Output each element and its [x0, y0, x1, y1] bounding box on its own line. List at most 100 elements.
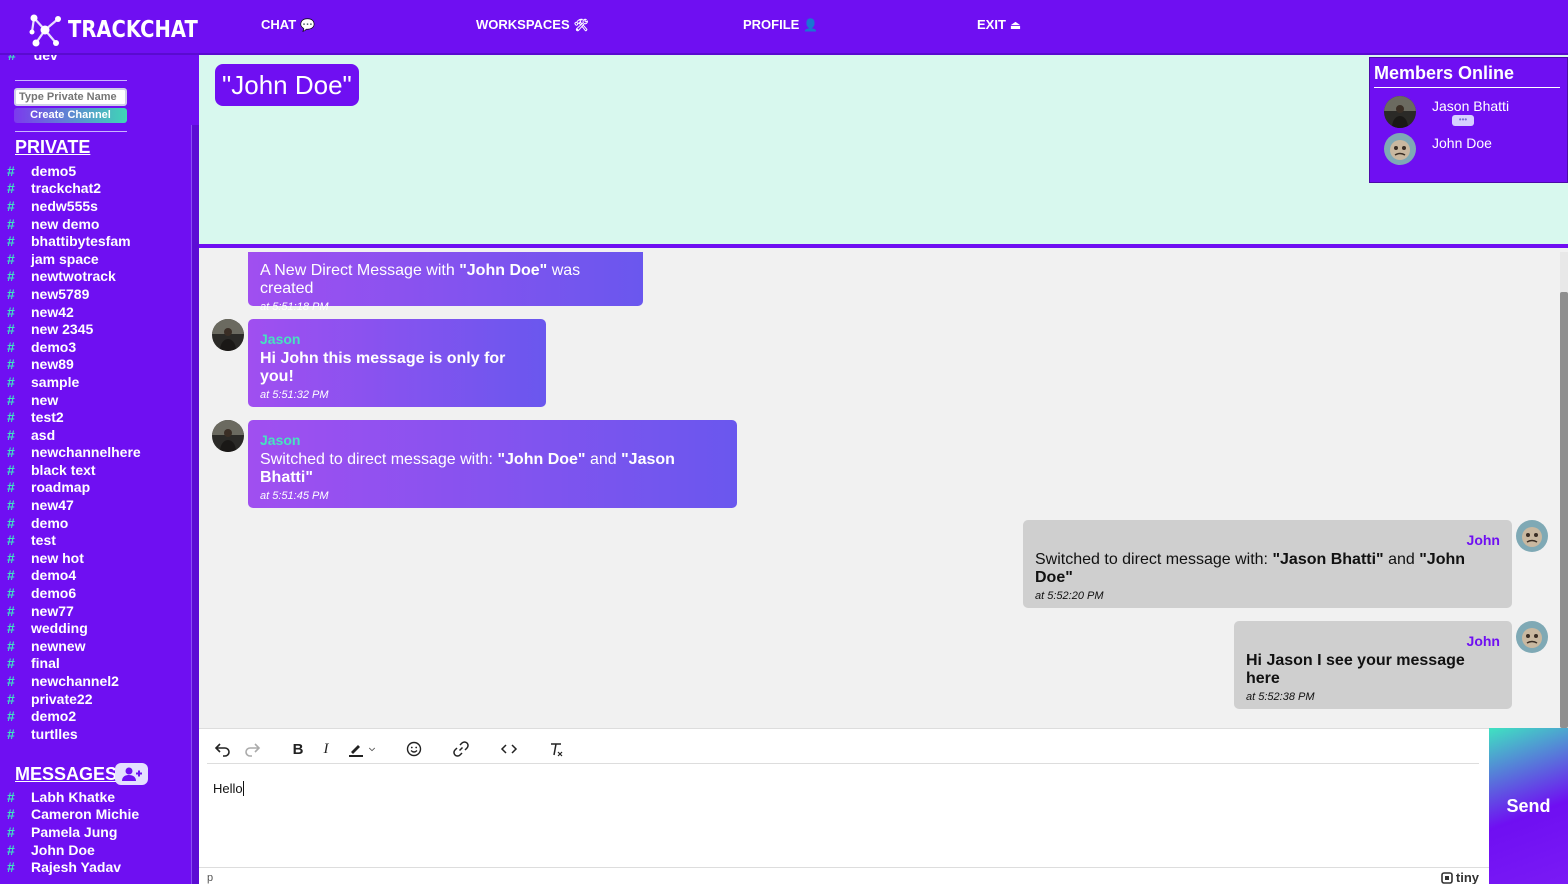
private-channel-item[interactable]: # newchannel2: [0, 672, 190, 690]
private-channel-item[interactable]: # test: [0, 531, 190, 549]
message-scrollbar-thumb[interactable]: [1560, 292, 1568, 728]
message-thread[interactable]: A New Direct Message with "John Doe" was…: [199, 252, 1568, 728]
message-scrollbar-track[interactable]: [1560, 252, 1568, 728]
hash-icon: #: [7, 197, 15, 214]
private-channel-item[interactable]: # demo2: [0, 707, 190, 725]
private-channel-item[interactable]: # demo6: [0, 584, 190, 602]
private-channel-item[interactable]: # new47: [0, 496, 190, 514]
element-path[interactable]: p: [207, 872, 213, 884]
bold-button[interactable]: B: [286, 738, 310, 760]
add-direct-message-button[interactable]: [115, 763, 148, 785]
member-name: John Doe: [1432, 135, 1492, 151]
highlighter-icon: [349, 745, 363, 757]
redo-button[interactable]: [240, 738, 264, 760]
private-channel-item[interactable]: # newchannelhere: [0, 444, 190, 462]
hash-icon: #: [7, 514, 15, 531]
message-input[interactable]: Hello: [213, 781, 244, 796]
tiny-branding[interactable]: tiny: [1441, 870, 1479, 884]
message-avatar-jason[interactable]: [212, 420, 244, 452]
private-channel-item[interactable]: # new5789: [0, 285, 190, 303]
hash-icon: #: [7, 250, 15, 267]
private-channel-label: asd: [31, 426, 56, 443]
private-channel-item[interactable]: # wedding: [0, 619, 190, 637]
message-avatar-jason[interactable]: [212, 319, 244, 351]
hash-icon: #: [7, 567, 15, 584]
private-channel-item[interactable]: # new77: [0, 602, 190, 620]
private-channel-item[interactable]: # demo: [0, 514, 190, 532]
message-text-part: "John Doe": [459, 262, 548, 279]
app-logo[interactable]: TRACKCHAT: [28, 10, 221, 50]
private-channel-item[interactable]: # black text: [0, 461, 190, 479]
private-channel-item[interactable]: # demo5: [0, 162, 190, 180]
private-channel-label: trackchat2: [31, 180, 102, 197]
bold-icon: B: [292, 740, 304, 758]
sidebar-scrollbar[interactable]: [191, 125, 199, 884]
message-avatar-john[interactable]: [1516, 621, 1548, 653]
private-channel-item[interactable]: # new89: [0, 356, 190, 374]
dm-item[interactable]: # Pamela Jung: [0, 823, 190, 841]
private-channel-item[interactable]: # new42: [0, 303, 190, 321]
emoji-button[interactable]: [402, 738, 426, 760]
clipped-channel[interactable]: # dev: [8, 55, 58, 63]
member-john-doe[interactable]: John Doe: [1384, 133, 1492, 165]
private-channel-item[interactable]: # newnew: [0, 637, 190, 655]
private-channel-item[interactable]: # jam space: [0, 250, 190, 268]
private-channel-label: bhattibytesfam: [31, 233, 131, 250]
private-channel-item[interactable]: # demo3: [0, 338, 190, 356]
undo-button[interactable]: [211, 738, 235, 760]
private-channel-item[interactable]: # bhattibytesfam: [0, 232, 190, 250]
create-channel-button[interactable]: Create Channel: [14, 108, 127, 123]
logo-text: TRACKCHAT: [68, 17, 198, 43]
private-channel-item[interactable]: # final: [0, 655, 190, 673]
private-channel-label: demo2: [31, 708, 77, 725]
messages-section-title[interactable]: MESSAGES: [15, 764, 117, 785]
link-button[interactable]: [449, 738, 473, 760]
private-channel-label: newtwotrack: [31, 268, 116, 285]
avatar: [1384, 133, 1416, 165]
private-channel-item[interactable]: # nedw555s: [0, 197, 190, 215]
link-icon: [453, 741, 469, 757]
private-channel-label: new47: [31, 497, 74, 514]
nav-workspaces[interactable]: WORKSPACES 🛠: [476, 17, 589, 32]
send-button[interactable]: Send: [1489, 728, 1568, 884]
message-text-part: and: [585, 451, 622, 468]
private-channel-item[interactable]: # new: [0, 391, 190, 409]
dm-item[interactable]: # Labh Khatke: [0, 788, 190, 806]
private-channel-item[interactable]: # demo4: [0, 567, 190, 585]
message-avatar-john[interactable]: [1516, 520, 1548, 552]
private-channel-item[interactable]: # new demo: [0, 215, 190, 233]
avatar-jason-image: [212, 319, 244, 351]
hash-icon: #: [7, 233, 15, 250]
italic-button[interactable]: I: [314, 738, 338, 760]
private-channel-item[interactable]: # new hot: [0, 549, 190, 567]
code-button[interactable]: [497, 738, 521, 760]
private-channel-item[interactable]: # test2: [0, 408, 190, 426]
private-channel-label: test: [31, 532, 56, 549]
private-channel-item[interactable]: # roadmap: [0, 479, 190, 497]
dm-item[interactable]: # Cameron Michie: [0, 806, 190, 824]
dm-item[interactable]: # Rajesh Yadav: [0, 858, 190, 876]
hash-icon: #: [7, 655, 15, 672]
nav-chat[interactable]: CHAT 💬: [261, 17, 315, 32]
private-name-input[interactable]: [14, 88, 127, 106]
divider: [1374, 87, 1560, 88]
member-jason-bhatti[interactable]: Jason Bhatti •••: [1384, 96, 1509, 128]
add-user-icon: [121, 767, 142, 781]
highlight-color-button[interactable]: [343, 738, 381, 760]
nav-exit[interactable]: EXIT ⏏: [977, 17, 1021, 32]
private-channel-label: new: [31, 391, 59, 408]
message-text-part: Hi John this message is only for you!: [260, 350, 506, 385]
private-channel-item[interactable]: # newtwotrack: [0, 268, 190, 286]
private-section-title[interactable]: PRIVATE: [15, 137, 90, 158]
private-channel-item[interactable]: # new 2345: [0, 320, 190, 338]
private-channel-item[interactable]: # trackchat2: [0, 180, 190, 198]
private-channel-item[interactable]: # sample: [0, 373, 190, 391]
private-channel-item[interactable]: # private22: [0, 690, 190, 708]
clear-format-button[interactable]: [544, 738, 568, 760]
hash-icon: #: [7, 391, 15, 408]
private-channel-label: new89: [31, 356, 74, 373]
private-channel-item[interactable]: # turtlles: [0, 725, 190, 743]
private-channel-item[interactable]: # asd: [0, 426, 190, 444]
dm-item[interactable]: # John Doe: [0, 841, 190, 859]
nav-profile[interactable]: PROFILE 👤: [743, 17, 818, 32]
